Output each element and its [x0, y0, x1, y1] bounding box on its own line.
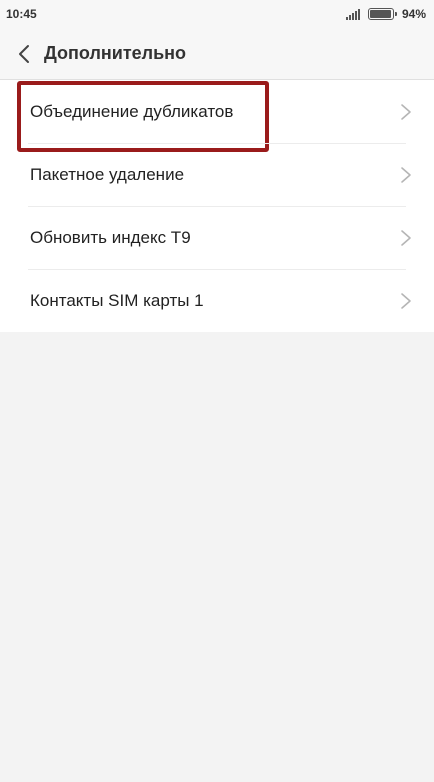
menu-item-label: Обновить индекс Т9 — [30, 227, 191, 247]
status-icons: 94% — [345, 7, 426, 21]
status-bar: 10:45 94% — [0, 0, 434, 28]
header: Дополнительно — [0, 28, 434, 80]
chevron-right-icon — [401, 292, 411, 309]
battery-percent: 94% — [401, 7, 426, 21]
menu-list: Объединение дубликатов Пакетное удаление… — [0, 80, 434, 332]
battery-icon — [367, 8, 397, 20]
menu-item-label: Пакетное удаление — [30, 164, 185, 184]
menu-item-label: Контакты SIM карты 1 — [30, 290, 204, 310]
chevron-right-icon — [401, 103, 411, 120]
menu-item-merge-duplicates[interactable]: Объединение дубликатов — [0, 80, 434, 152]
chevron-left-icon — [19, 44, 29, 63]
menu-item-sim-contacts[interactable]: Контакты SIM карты 1 — [0, 269, 434, 332]
status-time: 10:45 — [6, 7, 37, 21]
menu-item-update-t9-index[interactable]: Обновить индекс Т9 — [0, 206, 434, 269]
chevron-right-icon — [401, 166, 411, 183]
screen: 10:45 94% Дополнительно Объединение дубл — [0, 0, 434, 782]
battery-level-fill — [369, 10, 391, 18]
page-title: Дополнительно — [44, 43, 187, 63]
menu-item-label: Объединение дубликатов — [30, 101, 234, 121]
chevron-right-icon — [401, 229, 411, 246]
back-button[interactable] — [12, 39, 36, 69]
menu-item-batch-delete[interactable]: Пакетное удаление — [0, 143, 434, 206]
signal-icon — [345, 8, 360, 20]
